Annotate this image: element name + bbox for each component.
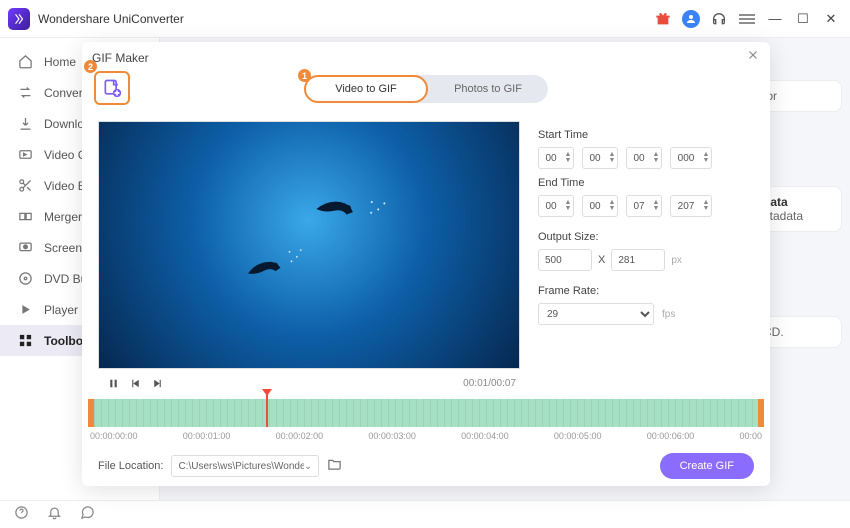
timeline: 00:00:00:0000:00:01:0000:00:02:0000:00:0… — [82, 397, 770, 449]
window-minimize-button[interactable]: — — [764, 8, 786, 30]
end-hours-stepper[interactable]: ▲▼ — [538, 195, 574, 217]
converter-icon — [16, 84, 34, 102]
app-logo — [8, 8, 30, 30]
modal-title: GIF Maker — [92, 51, 149, 65]
callout-badge: 2 — [84, 60, 97, 73]
start-minutes-stepper[interactable]: ▲▼ — [582, 147, 618, 169]
record-icon — [16, 239, 34, 257]
menu-icon[interactable] — [736, 8, 758, 30]
sidebar-item-label: Merger — [44, 210, 82, 224]
compress-icon — [16, 146, 34, 164]
help-icon[interactable] — [14, 505, 29, 525]
size-unit: px — [671, 255, 682, 266]
video-preview[interactable] — [98, 121, 520, 369]
gif-settings: Start Time ▲▼ ▲▼ ▲▼ ▲▼ End Time ▲▼ ▲▼ ▲▼… — [538, 121, 754, 397]
download-icon — [16, 115, 34, 133]
tab-photos-to-gif[interactable]: Photos to GIF — [428, 75, 548, 103]
frame-rate-label: Frame Rate: — [538, 285, 754, 297]
playhead[interactable] — [266, 391, 268, 427]
create-gif-button[interactable]: Create GIF — [660, 453, 754, 479]
chevron-down-icon: ⌄ — [304, 461, 312, 472]
output-height-input[interactable] — [611, 249, 665, 271]
titlebar: Wondershare UniConverter — ☐ ✕ — [0, 0, 850, 38]
end-minutes-stepper[interactable]: ▲▼ — [582, 195, 618, 217]
end-seconds-stepper[interactable]: ▲▼ — [626, 195, 662, 217]
diver-figure — [239, 250, 290, 293]
timecode: 00:01/00:07 — [463, 378, 516, 389]
output-width-input[interactable] — [538, 249, 592, 271]
window-maximize-button[interactable]: ☐ — [792, 8, 814, 30]
timeline-labels: 00:00:00:0000:00:01:0000:00:02:0000:00:0… — [88, 431, 764, 449]
start-hours-stepper[interactable]: ▲▼ — [538, 147, 574, 169]
start-ms-stepper[interactable]: ▲▼ — [670, 147, 712, 169]
home-icon — [16, 53, 34, 71]
toolbox-icon — [16, 332, 34, 350]
tab-video-to-gif[interactable]: Video to GIF — [304, 75, 428, 103]
mode-tabs: Video to GIF Photos to GIF — [304, 75, 548, 103]
start-seconds-stepper[interactable]: ▲▼ — [626, 147, 662, 169]
prev-frame-button[interactable] — [124, 377, 146, 390]
statusbar — [0, 500, 850, 528]
gift-icon[interactable] — [652, 8, 674, 30]
gif-maker-modal: GIF Maker Video to GIF Photos to GIF 00:… — [82, 42, 770, 486]
output-size-label: Output Size: — [538, 231, 754, 243]
next-frame-button[interactable] — [146, 377, 168, 390]
playback-controls: 00:01/00:07 — [98, 369, 520, 397]
fps-unit: fps — [662, 309, 675, 320]
headset-icon[interactable] — [708, 8, 730, 30]
merge-icon — [16, 208, 34, 226]
sidebar-item-label: Home — [44, 55, 76, 69]
add-file-button[interactable] — [94, 71, 130, 105]
bell-icon[interactable] — [47, 505, 62, 525]
disc-icon — [16, 270, 34, 288]
end-ms-stepper[interactable]: ▲▼ — [670, 195, 712, 217]
timeline-track[interactable] — [88, 399, 764, 427]
frame-rate-select[interactable]: 29 — [538, 303, 654, 325]
pause-button[interactable] — [102, 377, 124, 390]
close-icon[interactable] — [746, 48, 760, 67]
app-title: Wondershare UniConverter — [38, 12, 184, 26]
open-folder-icon[interactable] — [327, 456, 342, 476]
size-sep: X — [598, 254, 605, 266]
end-time-label: End Time — [538, 177, 754, 189]
diver-figure — [303, 183, 365, 240]
callout-badge: 1 — [298, 69, 311, 82]
file-location-label: File Location: — [98, 460, 163, 472]
account-avatar-icon[interactable] — [680, 8, 702, 30]
window-close-button[interactable]: ✕ — [820, 8, 842, 30]
scissors-icon — [16, 177, 34, 195]
play-icon — [16, 301, 34, 319]
file-location-select[interactable]: C:\Users\ws\Pictures\Wonders ⌄ — [171, 455, 319, 477]
feedback-icon[interactable] — [80, 505, 95, 525]
sidebar-item-label: Player — [44, 303, 78, 317]
start-time-label: Start Time — [538, 129, 754, 141]
